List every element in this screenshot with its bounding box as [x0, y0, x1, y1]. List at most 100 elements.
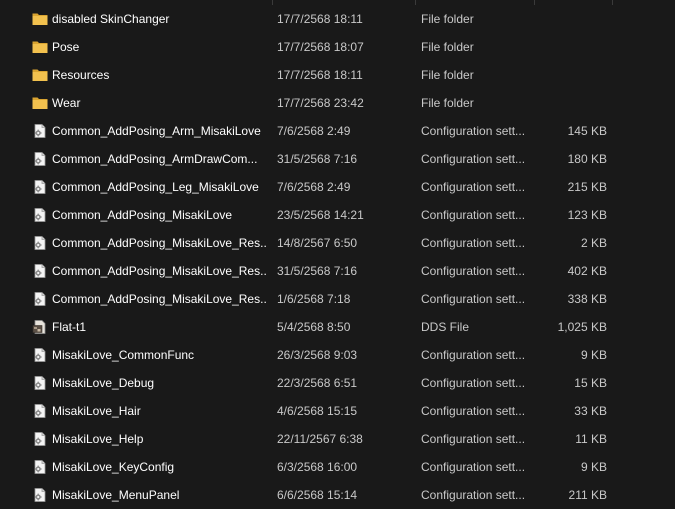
file-name: Pose	[52, 40, 80, 54]
file-row[interactable]: Common_AddPosing_ArmDrawCom... 31/5/2568…	[0, 145, 675, 173]
file-type: Configuration sett...	[421, 152, 526, 166]
file-type: File folder	[421, 68, 474, 82]
config-file-icon	[32, 236, 48, 250]
folder-icon	[32, 12, 48, 26]
file-row[interactable]: MisakiLove_KeyConfig 6/3/2568 16:00 Conf…	[0, 453, 675, 481]
file-name: Common_AddPosing_MisakiLove_Res...	[52, 292, 266, 306]
file-date-modified: 5/4/2568 8:50	[277, 320, 351, 334]
config-file-icon	[32, 208, 48, 222]
file-name: Common_AddPosing_MisakiLove_Res...	[52, 264, 266, 278]
file-size: 15 KB	[574, 376, 607, 390]
file-row[interactable]: Common_AddPosing_Arm_MisakiLove 7/6/2568…	[0, 117, 675, 145]
file-type: Configuration sett...	[421, 264, 526, 278]
file-date-modified: 22/3/2568 6:51	[277, 376, 358, 390]
file-row[interactable]: Flat-t1 5/4/2568 8:50 DDS File 1,025 KB	[0, 313, 675, 341]
file-date-modified: 22/11/2567 6:38	[277, 432, 363, 446]
file-date-modified: 7/6/2568 2:49	[277, 180, 351, 194]
file-name: MisakiLove_Help	[52, 432, 144, 446]
file-type: Configuration sett...	[421, 236, 526, 250]
file-row[interactable]: Common_AddPosing_MisakiLove 23/5/2568 14…	[0, 201, 675, 229]
file-name: Common_AddPosing_Arm_MisakiLove	[52, 124, 261, 138]
file-size: 123 KB	[567, 208, 607, 222]
file-row[interactable]: Common_AddPosing_MisakiLove_Res... 31/5/…	[0, 257, 675, 285]
file-size: 33 KB	[574, 404, 607, 418]
file-date-modified: 17/7/2568 18:11	[277, 68, 363, 82]
file-type: DDS File	[421, 320, 470, 334]
file-row[interactable]: MisakiLove_Help 22/11/2567 6:38 Configur…	[0, 425, 675, 453]
file-row[interactable]: Common_AddPosing_MisakiLove_Res... 14/8/…	[0, 229, 675, 257]
folder-icon	[32, 68, 48, 82]
config-file-icon	[32, 460, 48, 474]
file-date-modified: 26/3/2568 9:03	[277, 348, 358, 362]
file-size: 1,025 KB	[557, 320, 607, 334]
file-type: Configuration sett...	[421, 432, 526, 446]
config-file-icon	[32, 292, 48, 306]
file-date-modified: 23/5/2568 14:21	[277, 208, 364, 222]
config-file-icon	[32, 152, 48, 166]
config-file-icon	[32, 124, 48, 138]
config-file-icon	[32, 348, 48, 362]
config-file-icon	[32, 376, 48, 390]
file-size: 180 KB	[567, 152, 607, 166]
config-file-icon	[32, 180, 48, 194]
file-date-modified: 17/7/2568 18:11	[277, 12, 363, 26]
file-date-modified: 4/6/2568 15:15	[277, 404, 358, 418]
config-file-icon	[32, 404, 48, 418]
file-type: File folder	[421, 40, 474, 54]
file-type: Configuration sett...	[421, 292, 526, 306]
file-row[interactable]: MisakiLove_Hair 4/6/2568 15:15 Configura…	[0, 397, 675, 425]
file-size: 145 KB	[567, 124, 607, 138]
file-name: MisakiLove_Hair	[52, 404, 141, 418]
file-name: MisakiLove_KeyConfig	[52, 460, 175, 474]
file-row[interactable]: Pose 17/7/2568 18:07 File folder	[0, 33, 675, 61]
file-name: Wear	[52, 96, 81, 110]
file-date-modified: 14/8/2567 6:50	[277, 236, 358, 250]
file-size: 2 KB	[580, 236, 607, 250]
file-row[interactable]: Resources 17/7/2568 18:11 File folder	[0, 61, 675, 89]
file-name: disabled SkinChanger	[52, 12, 170, 26]
file-name: Common_AddPosing_ArmDrawCom...	[52, 152, 258, 166]
file-row[interactable]: MisakiLove_Debug 22/3/2568 6:51 Configur…	[0, 369, 675, 397]
file-list: disabled SkinChanger 17/7/2568 18:11 Fil…	[0, 5, 675, 509]
file-name: Common_AddPosing_MisakiLove	[52, 208, 233, 222]
file-size: 211 KB	[568, 488, 607, 502]
file-row[interactable]: MisakiLove_CommonFunc 26/3/2568 9:03 Con…	[0, 341, 675, 369]
file-name: Resources	[52, 68, 110, 82]
dds-image-icon	[32, 320, 48, 334]
folder-icon	[32, 96, 48, 110]
file-date-modified: 31/5/2568 7:16	[277, 264, 358, 278]
file-size: 338 KB	[567, 292, 607, 306]
file-row[interactable]: MisakiLove_MenuPanel 6/6/2568 15:14 Conf…	[0, 481, 675, 509]
file-type: File folder	[421, 96, 474, 110]
file-type: Configuration sett...	[421, 124, 526, 138]
config-file-icon	[32, 264, 48, 278]
file-date-modified: 1/6/2568 7:18	[277, 292, 351, 306]
file-size: 9 KB	[580, 348, 607, 362]
file-name: MisakiLove_MenuPanel	[52, 488, 180, 502]
file-row[interactable]: Common_AddPosing_Leg_MisakiLove 7/6/2568…	[0, 173, 675, 201]
file-type: Configuration sett...	[421, 180, 526, 194]
file-date-modified: 17/7/2568 23:42	[277, 96, 364, 110]
file-type: Configuration sett...	[421, 488, 526, 502]
file-type: Configuration sett...	[421, 348, 526, 362]
file-size: 215 KB	[567, 180, 607, 194]
file-type: Configuration sett...	[421, 460, 526, 474]
file-name: MisakiLove_Debug	[52, 376, 155, 390]
folder-icon	[32, 40, 48, 54]
file-date-modified: 7/6/2568 2:49	[277, 124, 351, 138]
file-type: Configuration sett...	[421, 376, 526, 390]
file-type: Configuration sett...	[421, 404, 526, 418]
file-row[interactable]: disabled SkinChanger 17/7/2568 18:11 Fil…	[0, 5, 675, 33]
file-name: MisakiLove_CommonFunc	[52, 348, 195, 362]
file-type: Configuration sett...	[421, 208, 526, 222]
file-row[interactable]: Wear 17/7/2568 23:42 File folder	[0, 89, 675, 117]
file-date-modified: 6/3/2568 16:00	[277, 460, 358, 474]
file-date-modified: 17/7/2568 18:07	[277, 40, 364, 54]
file-size: 9 KB	[580, 460, 607, 474]
file-name: Common_AddPosing_Leg_MisakiLove	[52, 180, 259, 194]
file-row[interactable]: Common_AddPosing_MisakiLove_Res... 1/6/2…	[0, 285, 675, 313]
file-name: Common_AddPosing_MisakiLove_Res...	[52, 236, 266, 250]
file-size: 11 KB	[575, 432, 607, 446]
config-file-icon	[32, 432, 48, 446]
file-date-modified: 31/5/2568 7:16	[277, 152, 358, 166]
